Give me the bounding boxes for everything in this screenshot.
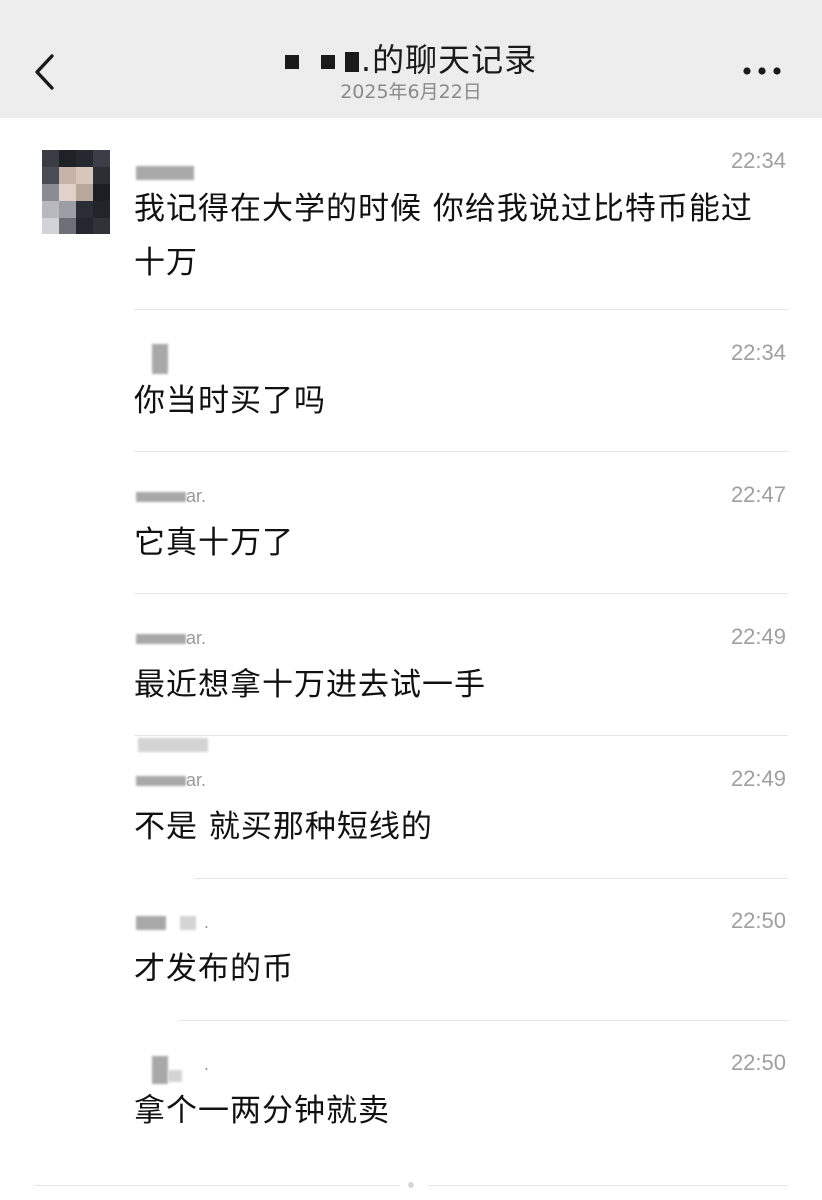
sender-name-redacted xyxy=(136,776,186,786)
message-time: 22:49 xyxy=(730,766,786,791)
sender-name-tail: ar. xyxy=(186,486,207,506)
message-divider xyxy=(134,309,788,310)
message-time: 22:34 xyxy=(730,340,786,365)
message-text[interactable]: 才发布的币 xyxy=(134,942,794,996)
avatar[interactable] xyxy=(42,150,110,234)
redaction-mark xyxy=(320,55,335,69)
chat-date: 2025年6月22日 xyxy=(340,81,482,103)
scroll-indicator-dot xyxy=(408,1182,414,1188)
message-divider xyxy=(428,1185,788,1186)
pixelated-avatar-image xyxy=(42,150,110,234)
message-text[interactable]: 我记得在大学的时候 你给我说过比特币能过十万 xyxy=(134,182,784,290)
title-text: .的聊天记录 xyxy=(360,41,538,79)
sender-name-tail: . xyxy=(204,912,210,932)
more-button[interactable] xyxy=(740,60,786,82)
sender-name-redacted xyxy=(136,916,166,930)
chat-history-header: .的聊天记录 2025年6月22日 xyxy=(0,0,822,118)
page-title: .的聊天记录 xyxy=(0,38,822,82)
redaction-smudge xyxy=(168,1070,182,1082)
redaction-smudge xyxy=(138,738,208,752)
sender-name-tail: ar. xyxy=(186,770,207,790)
message-divider xyxy=(178,1020,788,1021)
sender-name-redacted xyxy=(152,344,168,374)
message-divider xyxy=(34,1185,400,1186)
message-time: 22:50 xyxy=(730,1050,786,1075)
sender-name-tail: ar. xyxy=(186,628,207,648)
message-text[interactable]: 拿个一两分钟就卖 xyxy=(134,1084,794,1138)
message-time: 22:34 xyxy=(730,148,786,173)
sender-name-redacted xyxy=(136,634,186,644)
message-text[interactable]: 你当时买了吗 xyxy=(134,374,794,428)
sender-name-redacted xyxy=(152,1056,168,1084)
redaction-mark xyxy=(344,52,359,72)
message-divider xyxy=(134,451,788,452)
message-divider xyxy=(134,735,788,736)
message-time: 22:47 xyxy=(730,482,786,507)
message-divider xyxy=(134,593,788,594)
more-horizontal-icon xyxy=(743,67,781,75)
redaction-smudge xyxy=(180,916,196,930)
sender-name-redacted xyxy=(136,166,194,180)
redaction-mark xyxy=(284,55,299,69)
message-divider xyxy=(194,878,788,879)
message-time: 22:50 xyxy=(730,908,786,933)
sender-name-redacted xyxy=(136,492,186,502)
message-text[interactable]: 最近想拿十万进去试一手 xyxy=(134,658,794,712)
sender-name-tail: . xyxy=(204,1054,210,1074)
message-text[interactable]: 它真十万了 xyxy=(134,516,794,570)
message-time: 22:49 xyxy=(730,624,786,649)
message-text[interactable]: 不是 就买那种短线的 xyxy=(134,800,794,854)
